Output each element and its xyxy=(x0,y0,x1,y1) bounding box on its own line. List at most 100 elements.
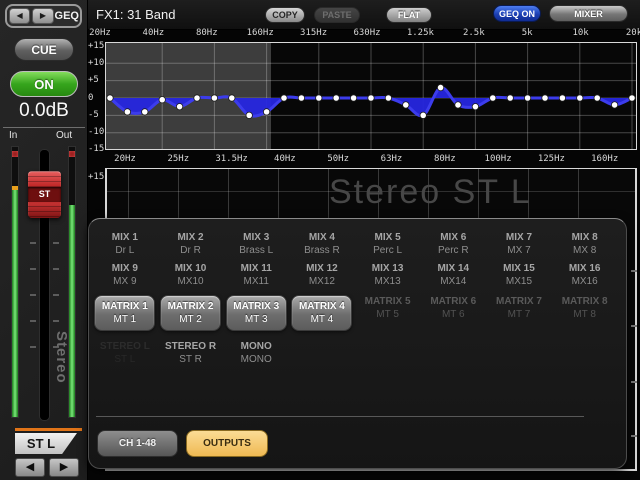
channel-fader-knob[interactable]: ST xyxy=(28,171,61,218)
channel-select-button[interactable]: MATRIX 7MT 7 xyxy=(486,295,552,331)
geq-band-handle[interactable] xyxy=(333,95,339,101)
geq-band-handle[interactable] xyxy=(542,95,548,101)
cue-button[interactable]: CUE xyxy=(14,38,74,61)
channel-select-button[interactable]: MIX 7MX 7 xyxy=(486,231,552,257)
geq-band-handle[interactable] xyxy=(455,102,461,108)
geq-band-handle[interactable] xyxy=(594,95,600,101)
geq-band-handle[interactable] xyxy=(368,95,374,101)
channel-name-label[interactable]: ST L xyxy=(15,433,77,454)
channel-selected-button[interactable]: MATRIX 3MT 3 xyxy=(226,295,287,331)
geq-band-handle[interactable] xyxy=(350,95,356,101)
geq-band-handle[interactable] xyxy=(472,103,478,109)
channel-select-button[interactable]: MIX 8MX 8 xyxy=(552,231,618,257)
geq-band-handle[interactable] xyxy=(559,95,565,101)
prev-channel-button[interactable]: ◀ xyxy=(9,8,30,24)
channel-label: MIX 1 xyxy=(92,231,158,244)
channel-sublabel: MT 2 xyxy=(161,313,220,326)
channel-selected-button[interactable]: MATRIX 1MT 1 xyxy=(94,295,155,331)
geq-band-handle[interactable] xyxy=(211,95,217,101)
channel-select-button[interactable]: MIX 9MX 9 xyxy=(92,262,158,288)
channel-select-button[interactable]: MATRIX 5MT 5 xyxy=(355,295,421,331)
prev-channel-arrow-button[interactable]: ◀ xyxy=(15,458,45,477)
channel-select-button[interactable]: MIX 14MX14 xyxy=(420,262,486,288)
channel-select-button[interactable]: MIX 13MX13 xyxy=(355,262,421,288)
zoom-freq-axis-label: 31.5Hz xyxy=(215,154,248,164)
channel-select-button[interactable]: MIX 11MX11 xyxy=(223,262,289,288)
geq-band-handle[interactable] xyxy=(577,95,583,101)
channel-select-button[interactable]: MATRIX 4MT 4 xyxy=(289,295,355,331)
channel-select-button[interactable]: MIX 3Brass L xyxy=(223,231,289,257)
gain-tick-label: +10 xyxy=(88,58,104,68)
channel-label: MIX 10 xyxy=(158,262,224,275)
channel-selected-button[interactable]: MATRIX 2MT 2 xyxy=(160,295,221,331)
paste-button[interactable]: PASTE xyxy=(314,7,360,23)
channel-sublabel: MT 6 xyxy=(420,308,486,321)
geq-band-handle[interactable] xyxy=(507,95,513,101)
flat-button[interactable]: FLAT xyxy=(386,7,432,23)
channel-label: STEREO R xyxy=(158,340,224,353)
channel-select-button[interactable]: MATRIX 6MT 6 xyxy=(420,295,486,331)
channel-label: MATRIX 3 xyxy=(227,300,286,313)
channel-select-button[interactable]: MIX 1Dr L xyxy=(92,231,158,257)
tab-outputs[interactable]: OUTPUTS xyxy=(186,430,268,457)
channel-select-button[interactable]: STEREO RST R xyxy=(158,340,224,366)
channel-label: MIX 3 xyxy=(223,231,289,244)
geq-curve-svg xyxy=(106,43,636,149)
channel-select-button[interactable]: MIX 2Dr R xyxy=(158,231,224,257)
channel-select-button[interactable]: MATRIX 2MT 2 xyxy=(158,295,224,331)
channel-selected-button[interactable]: MATRIX 4MT 4 xyxy=(291,295,352,331)
freq-axis-label: 40Hz xyxy=(143,28,165,38)
next-channel-button[interactable]: ▶ xyxy=(32,8,53,24)
channel-select-button[interactable]: STEREO LST L xyxy=(92,340,158,366)
copy-button[interactable]: COPY xyxy=(265,7,305,23)
next-channel-arrow-button[interactable]: ▶ xyxy=(49,458,79,477)
channel-on-button[interactable]: ON xyxy=(10,71,78,97)
popup-separator xyxy=(96,416,584,417)
geq-band-handle[interactable] xyxy=(524,95,530,101)
channel-sublabel: MX12 xyxy=(289,275,355,288)
geq-band-handle[interactable] xyxy=(159,97,165,103)
channel-select-button[interactable]: MIX 12MX12 xyxy=(289,262,355,288)
geq-band-handle[interactable] xyxy=(403,102,409,108)
empty-cell xyxy=(355,340,421,366)
zoom-gain-tick: +15 xyxy=(88,172,104,182)
tab-ch-1-48[interactable]: CH 1-48 xyxy=(97,430,178,457)
channel-label: MATRIX 6 xyxy=(420,295,486,308)
geq-band-handle[interactable] xyxy=(229,95,235,101)
channel-select-button[interactable]: MATRIX 3MT 3 xyxy=(223,295,289,331)
geq-band-handle[interactable] xyxy=(124,109,130,115)
channel-select-button[interactable]: MIX 4Brass R xyxy=(289,231,355,257)
geq-band-handle[interactable] xyxy=(490,95,496,101)
channel-select-button[interactable]: MONOMONO xyxy=(223,340,289,366)
geq-band-handle[interactable] xyxy=(385,95,391,101)
channel-select-button[interactable]: MIX 15MX15 xyxy=(486,262,552,288)
geq-band-handle[interactable] xyxy=(298,95,304,101)
geq-band-handle[interactable] xyxy=(629,95,635,101)
clip-indicator xyxy=(12,151,18,157)
channel-sublabel: Perc R xyxy=(420,244,486,257)
channel-label: MIX 12 xyxy=(289,262,355,275)
geq-band-handle[interactable] xyxy=(263,109,269,115)
channel-select-button[interactable]: MIX 6Perc R xyxy=(420,231,486,257)
channel-sublabel: Perc L xyxy=(355,244,421,257)
geq-band-handle[interactable] xyxy=(611,102,617,108)
mixer-button[interactable]: MIXER xyxy=(549,5,628,22)
geq-band-handle[interactable] xyxy=(176,103,182,109)
geq-on-toggle-button[interactable]: GEQ ON xyxy=(493,5,541,22)
geq-band-handle[interactable] xyxy=(194,95,200,101)
geq-band-handle[interactable] xyxy=(316,95,322,101)
geq-band-handle[interactable] xyxy=(437,84,443,90)
channel-label: MIX 6 xyxy=(420,231,486,244)
geq-band-handle[interactable] xyxy=(246,112,252,118)
fader-scale-tick xyxy=(53,294,59,296)
channel-select-button[interactable]: MATRIX 8MT 8 xyxy=(552,295,618,331)
geq-curve-graph[interactable] xyxy=(105,42,637,150)
geq-band-handle[interactable] xyxy=(420,112,426,118)
channel-select-button[interactable]: MIX 5Perc L xyxy=(355,231,421,257)
geq-band-handle[interactable] xyxy=(281,95,287,101)
geq-band-handle[interactable] xyxy=(142,109,148,115)
channel-select-button[interactable]: MATRIX 1MT 1 xyxy=(92,295,158,331)
channel-select-button[interactable]: MIX 16MX16 xyxy=(552,262,618,288)
channel-select-button[interactable]: MIX 10MX10 xyxy=(158,262,224,288)
geq-band-handle[interactable] xyxy=(107,95,113,101)
